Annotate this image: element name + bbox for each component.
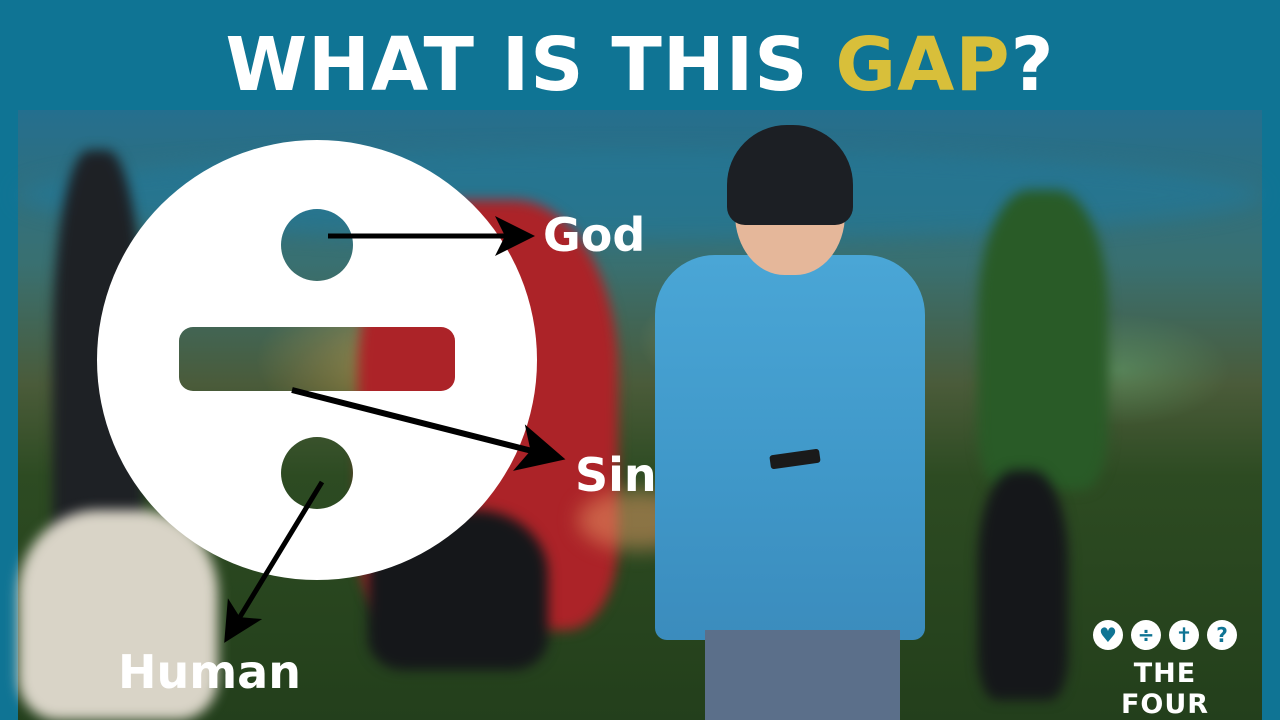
cross-icon: ✝ — [1169, 620, 1199, 650]
logo-icons: ♥ ÷ ✝ ? — [1085, 620, 1245, 650]
arrow-to-sin — [291, 387, 566, 471]
label-sin: Sin — [575, 448, 657, 502]
label-human: Human — [118, 645, 301, 699]
logo-text: THE FOUR — [1120, 658, 1210, 720]
divide-icon: ÷ — [1131, 620, 1161, 650]
the-four-logo: ♥ ÷ ✝ ? THE FOUR — [1085, 620, 1245, 720]
arrows-layer — [224, 216, 566, 643]
label-god: God — [543, 208, 646, 262]
heart-icon: ♥ — [1093, 620, 1123, 650]
arrow-to-human — [224, 480, 325, 643]
question-icon: ? — [1207, 620, 1237, 650]
